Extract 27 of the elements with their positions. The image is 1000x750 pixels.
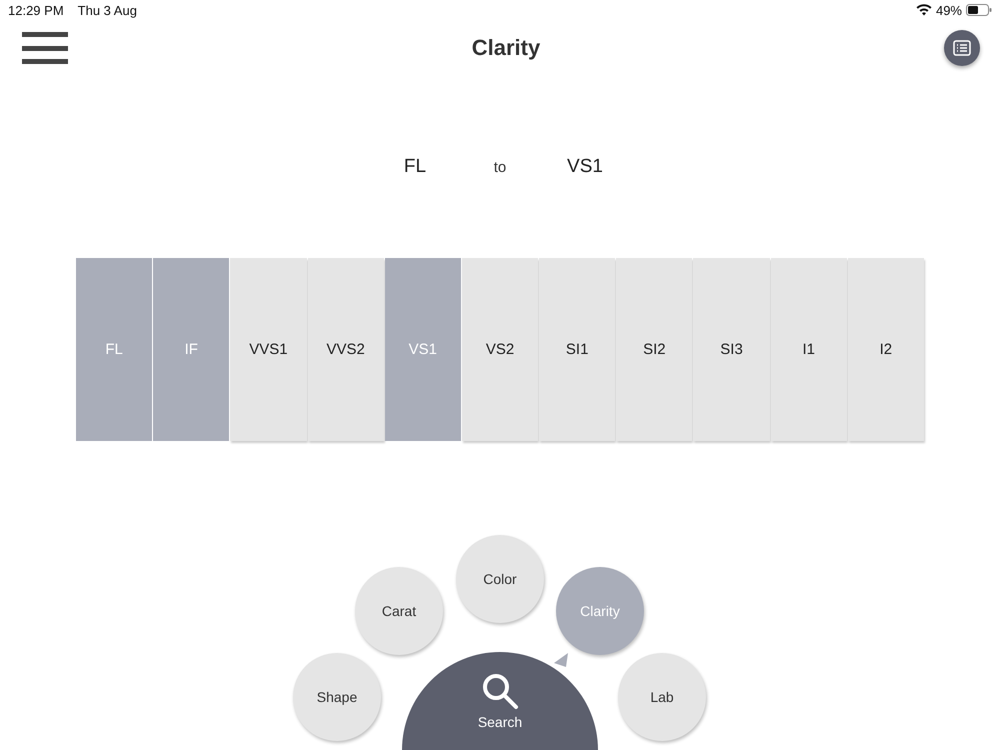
search-icon: [481, 672, 519, 710]
status-date: Thu 3 Aug: [78, 2, 137, 18]
range-separator: to: [492, 158, 508, 176]
battery-icon: [966, 4, 992, 16]
list-button[interactable]: [944, 30, 980, 66]
grade-tile[interactable]: I2: [848, 258, 924, 441]
grade-tile[interactable]: SI3: [693, 258, 770, 441]
list-icon: [952, 40, 971, 56]
wifi-icon: [916, 4, 932, 16]
grade-tile[interactable]: I1: [770, 258, 847, 441]
grade-tile[interactable]: VS2: [462, 258, 538, 441]
grade-tile[interactable]: VVS2: [308, 258, 384, 441]
page-title: Clarity: [472, 35, 540, 61]
filter-bubble[interactable]: Color: [456, 535, 544, 623]
range-from: FL: [402, 156, 428, 178]
grade-tile[interactable]: SI1: [539, 258, 616, 441]
filter-bubble[interactable]: Lab: [618, 653, 706, 741]
range-to: VS1: [566, 156, 604, 178]
filter-bubble[interactable]: Carat: [355, 567, 443, 655]
pointer-icon: [553, 652, 569, 668]
grade-tile[interactable]: SI2: [616, 258, 692, 441]
search-button[interactable]: Search: [402, 652, 598, 750]
status-time: 12:29 PM: [8, 2, 64, 18]
grade-tile[interactable]: VVS1: [230, 258, 307, 441]
filter-bubble[interactable]: Shape: [293, 653, 381, 741]
menu-button[interactable]: [22, 32, 68, 64]
battery-percent: 49%: [936, 2, 962, 18]
